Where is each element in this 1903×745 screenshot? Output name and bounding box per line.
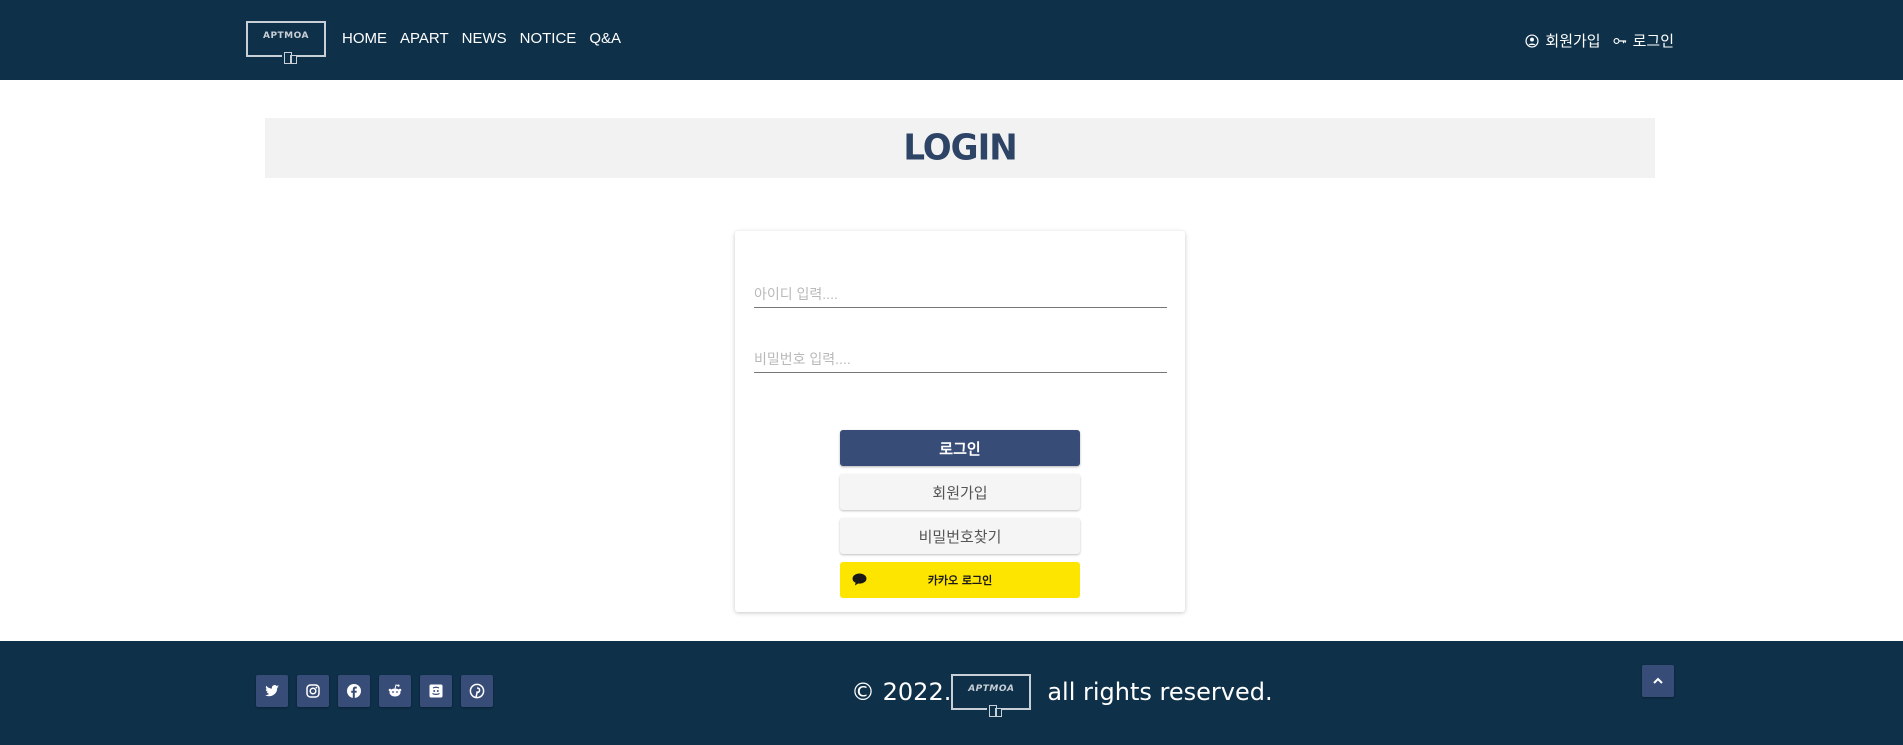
- footer-logo-text: APTMOA: [968, 684, 1015, 694]
- nav-home[interactable]: HOME: [342, 30, 387, 47]
- id-input[interactable]: [754, 280, 1167, 308]
- site-footer: © 2022. APTMOA all rights reserved.: [0, 641, 1903, 745]
- find-password-button[interactable]: 비밀번호찾기: [840, 518, 1080, 554]
- discord-icon: [429, 684, 443, 698]
- nav-qna[interactable]: Q&A: [589, 30, 621, 47]
- header-login-link[interactable]: 로그인: [1613, 30, 1674, 51]
- copyright: © 2022. APTMOA all rights reserved.: [851, 674, 1273, 717]
- instagram-link[interactable]: [297, 675, 329, 707]
- logo-text: APTMOA: [262, 31, 310, 41]
- header-signup-link[interactable]: 회원가입: [1525, 30, 1601, 51]
- nav-apart[interactable]: APART: [400, 30, 449, 47]
- main-nav: HOME APART NEWS NOTICE Q&A: [342, 30, 621, 47]
- copyright-prefix: © 2022.: [851, 678, 952, 706]
- pinterest-icon: [469, 683, 485, 699]
- nav-notice[interactable]: NOTICE: [520, 30, 577, 47]
- password-input[interactable]: [754, 345, 1167, 373]
- twitter-link[interactable]: [256, 675, 288, 707]
- twitter-icon: [265, 685, 279, 697]
- signup-button[interactable]: 회원가입: [840, 474, 1080, 510]
- pinterest-link[interactable]: [461, 675, 493, 707]
- instagram-icon: [306, 684, 320, 698]
- key-icon: [1613, 37, 1626, 44]
- kakao-login-label: 카카오 로그인: [927, 574, 993, 587]
- building-icon: [282, 50, 297, 64]
- scroll-top-button[interactable]: [1642, 665, 1674, 697]
- social-links: [256, 675, 493, 707]
- footer-logo: APTMOA: [951, 674, 1032, 717]
- site-header: APTMOA HOME APART NEWS NOTICE Q&A 회원가입 로…: [0, 0, 1903, 80]
- building-icon: [987, 703, 1003, 717]
- facebook-icon: [347, 684, 361, 698]
- header-login-label: 로그인: [1632, 33, 1674, 50]
- user-links: 회원가입 로그인: [1525, 30, 1674, 51]
- discord-link[interactable]: [420, 675, 452, 707]
- nav-news[interactable]: NEWS: [462, 30, 507, 47]
- facebook-link[interactable]: [338, 675, 370, 707]
- reddit-icon: [388, 684, 402, 697]
- user-circle-icon: [1525, 33, 1539, 48]
- site-logo[interactable]: APTMOA: [246, 21, 326, 64]
- kakao-login-button[interactable]: 카카오 로그인: [840, 562, 1080, 598]
- copyright-suffix: all rights reserved.: [1047, 678, 1273, 706]
- chevron-up-icon: [1653, 677, 1663, 684]
- speech-bubble-icon: [852, 573, 867, 586]
- header-signup-label: 회원가입: [1545, 33, 1601, 50]
- title-banner: LOGIN: [265, 118, 1655, 178]
- page-title: LOGIN: [903, 127, 1017, 169]
- login-button[interactable]: 로그인: [840, 430, 1080, 466]
- reddit-link[interactable]: [379, 675, 411, 707]
